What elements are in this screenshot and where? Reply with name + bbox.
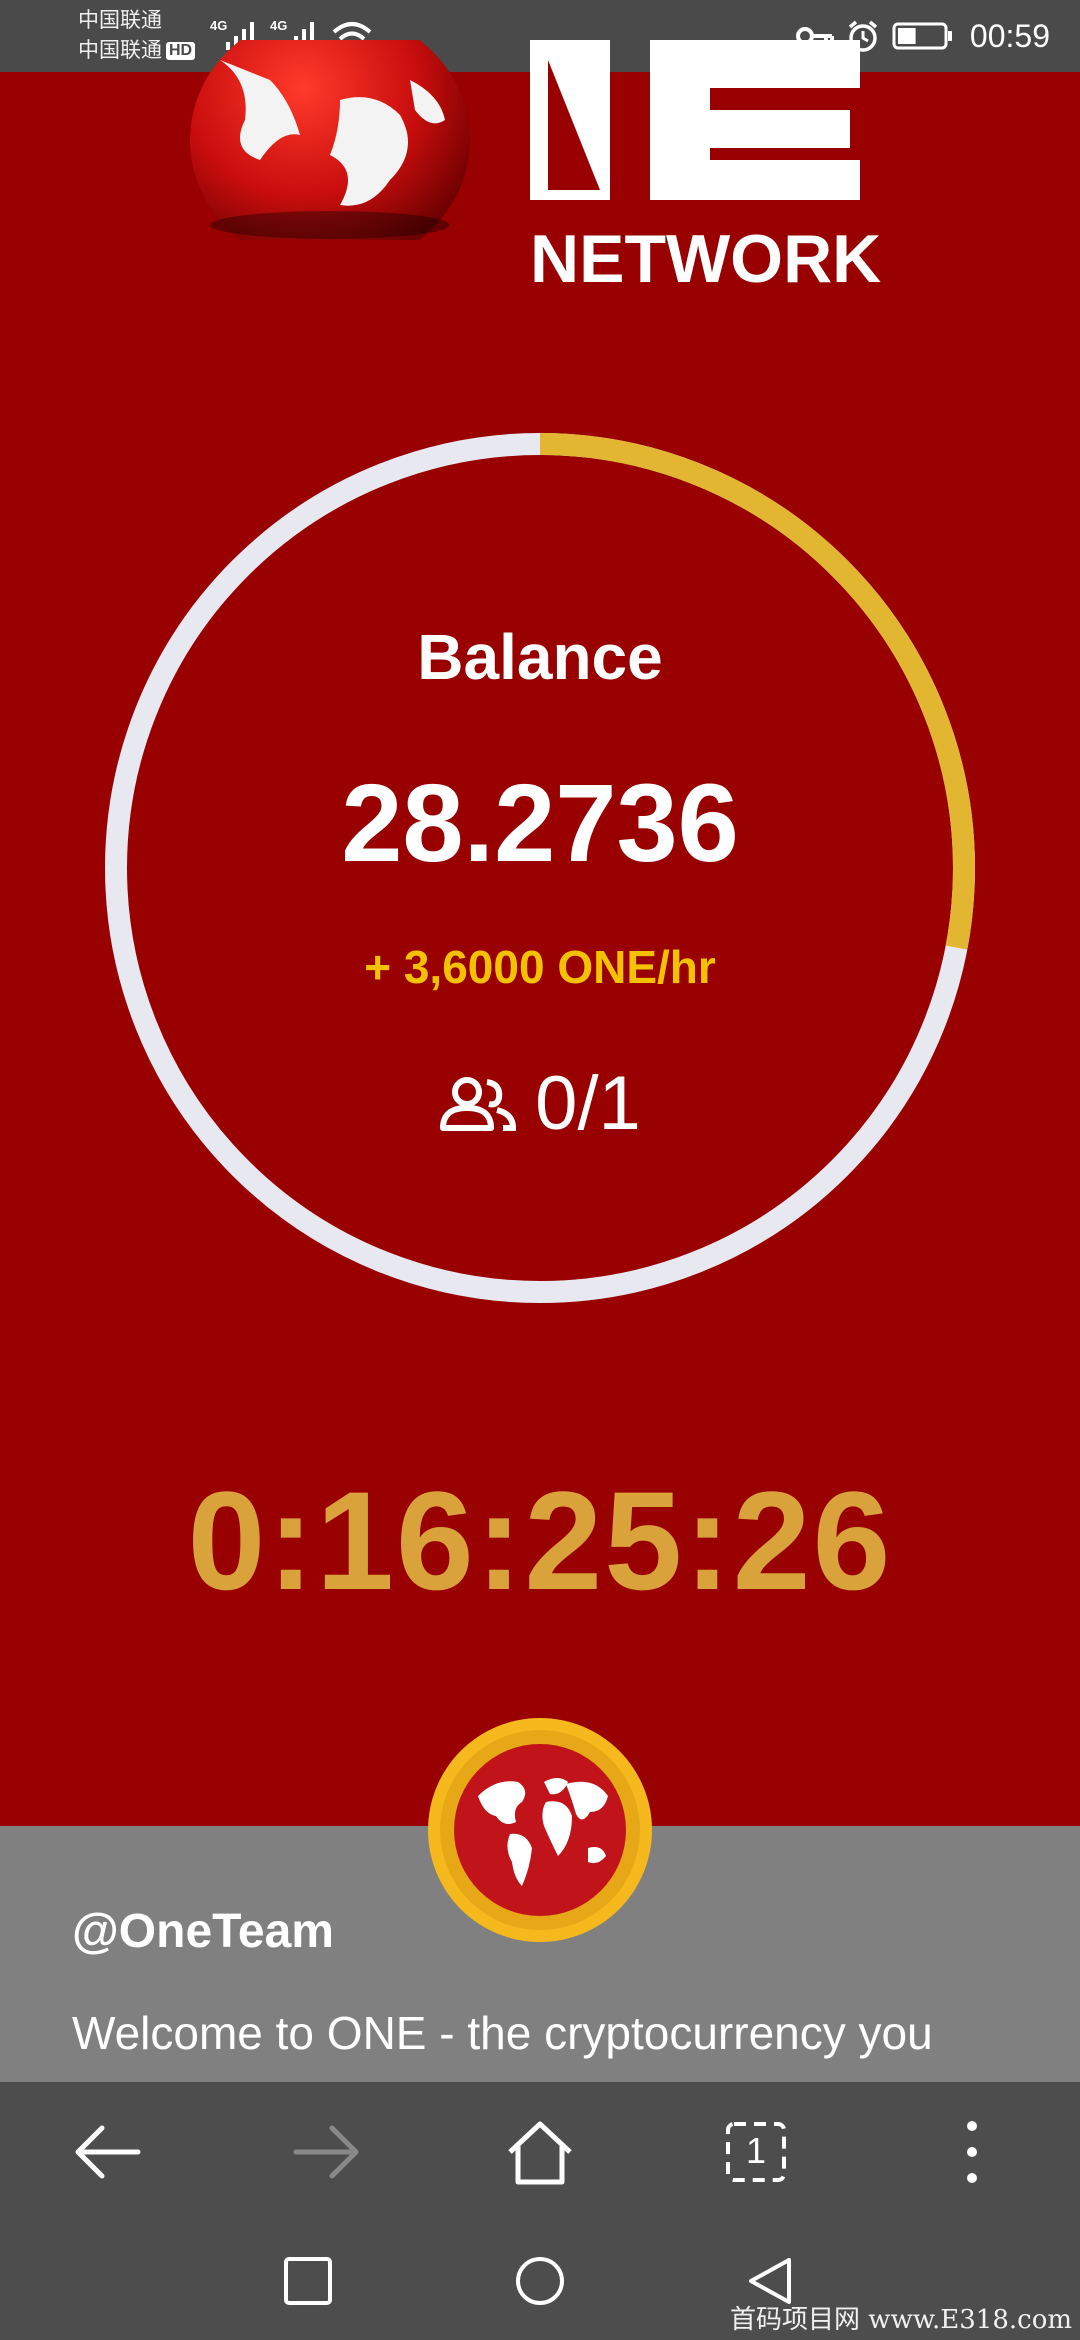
one-network-logo: NETWORK: [190, 40, 890, 300]
more-menu-icon[interactable]: [936, 2116, 1008, 2188]
system-navigation-bar: 首码项目网 www.E318.com: [0, 2218, 1080, 2340]
logo-letters-icon: [530, 40, 860, 200]
tab-count: 1: [745, 2130, 767, 2171]
referral-count[interactable]: 0/1: [0, 1060, 1080, 1147]
home-circle-icon[interactable]: [515, 2256, 565, 2306]
carrier-info: 中国联通 中国联通 HD: [78, 6, 196, 66]
carrier-1: 中国联通: [78, 9, 162, 32]
carrier-2: 中国联通: [78, 39, 162, 62]
recents-square-icon[interactable]: [283, 2256, 333, 2306]
mining-globe-button[interactable]: [426, 1716, 654, 1944]
carrier-2-row: 中国联通 HD: [78, 36, 196, 66]
tabs-button[interactable]: 1: [720, 2116, 792, 2188]
countdown-timer: 0:16:25:26: [187, 1462, 893, 1619]
clock: 00:59: [969, 17, 1050, 54]
balance-label: Balance: [417, 621, 663, 693]
team-icon: [440, 1076, 517, 1131]
network-1-label: 4G: [210, 18, 228, 33]
watermark: 首码项目网 www.E318.com: [730, 2305, 1072, 2335]
balance-value: 28.2736: [341, 762, 739, 885]
news-author: @OneTeam: [72, 1905, 334, 1958]
network-2-label: 4G: [270, 18, 288, 33]
browser-toolbar: 1: [0, 2082, 1080, 2218]
home-icon[interactable]: [504, 2116, 576, 2188]
referral-count-value: 0/1: [535, 1061, 641, 1146]
globe-icon: [190, 40, 470, 240]
back-arrow-icon[interactable]: [72, 2116, 144, 2188]
news-message: Welcome to ONE - the cryptocurrency you: [72, 2007, 933, 2059]
logo-wordmark: NETWORK: [530, 221, 882, 297]
mining-rate: + 3,6000 ONE/hr: [364, 941, 716, 993]
forward-arrow-icon[interactable]: [290, 2116, 362, 2188]
